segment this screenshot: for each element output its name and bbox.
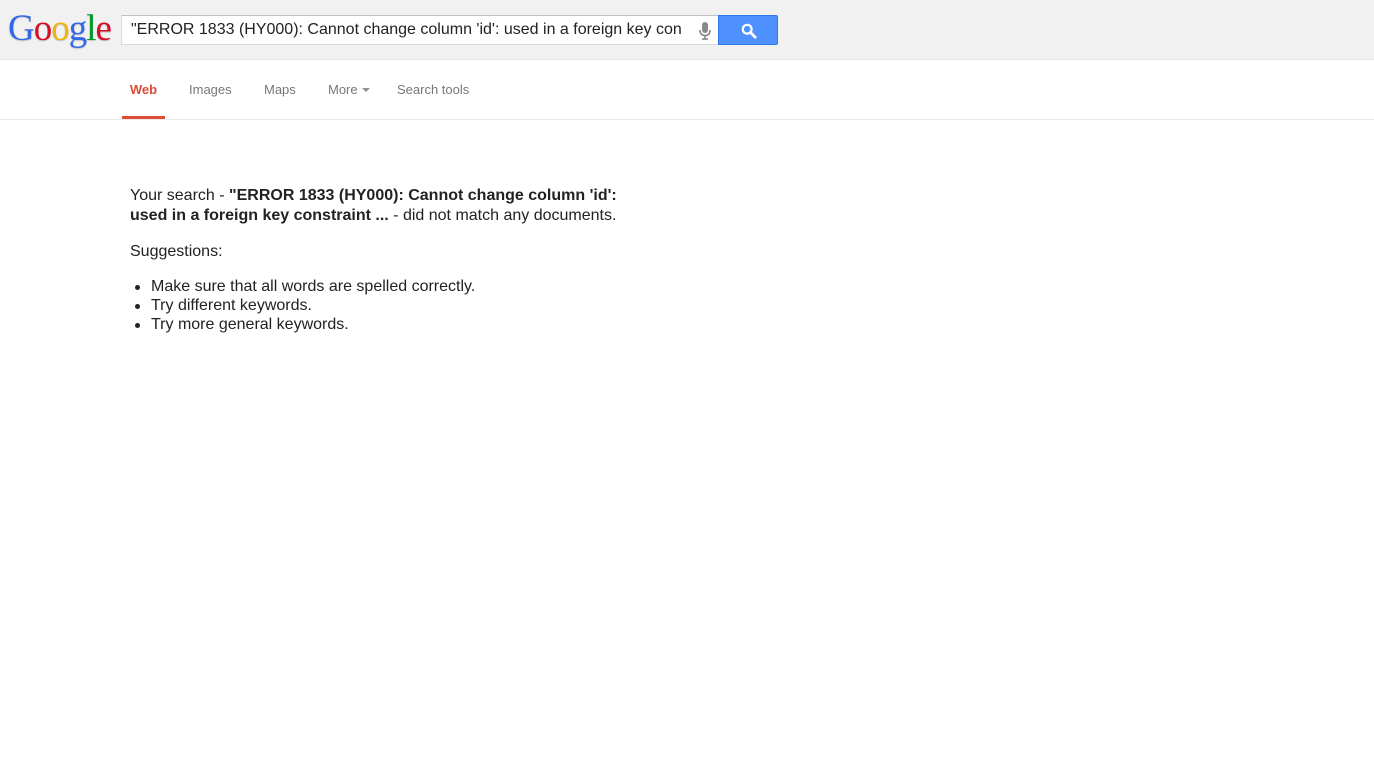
tab-search-tools[interactable]: Search tools xyxy=(397,60,469,119)
tab-label: Web xyxy=(129,82,158,97)
suggestions-list: Make sure that all words are spelled cor… xyxy=(130,277,650,334)
no-results-suffix: - did not match any documents. xyxy=(388,207,617,224)
tab-label: Maps xyxy=(264,82,296,97)
search-box[interactable] xyxy=(121,15,719,45)
tab-maps[interactable]: Maps xyxy=(264,60,296,119)
search-nav-bar: Web Images Maps More Search tools xyxy=(0,60,1374,120)
search-button[interactable] xyxy=(718,15,778,45)
logo-letter: l xyxy=(86,8,96,49)
tab-web[interactable]: Web xyxy=(122,60,165,119)
tab-label: Images xyxy=(189,82,232,97)
tab-more[interactable]: More xyxy=(328,60,370,119)
top-header-bar: Google xyxy=(0,0,1374,60)
suggestion-item: Try different keywords. xyxy=(130,296,650,315)
suggestion-item: Try more general keywords. xyxy=(130,315,650,334)
logo-letter: e xyxy=(95,8,112,49)
tab-images[interactable]: Images xyxy=(189,60,232,119)
logo-letter: o xyxy=(51,8,69,49)
google-logo[interactable]: Google xyxy=(8,8,112,49)
no-results-prefix: Your search - xyxy=(130,187,230,204)
microphone-icon[interactable] xyxy=(698,21,712,41)
no-results-message: Your search - "ERROR 1833 (HY000): Canno… xyxy=(130,186,650,226)
chevron-down-icon xyxy=(361,88,370,92)
logo-letter: o xyxy=(33,8,52,49)
suggestion-item: Make sure that all words are spelled cor… xyxy=(130,277,650,296)
search-input[interactable] xyxy=(131,16,689,44)
logo-letter: g xyxy=(68,8,87,49)
tab-label: Search tools xyxy=(397,82,470,97)
tab-label: More xyxy=(328,82,358,97)
results-area: Your search - "ERROR 1833 (HY000): Canno… xyxy=(130,186,650,334)
logo-letter: G xyxy=(8,8,35,49)
suggestions-heading: Suggestions: xyxy=(130,243,223,260)
